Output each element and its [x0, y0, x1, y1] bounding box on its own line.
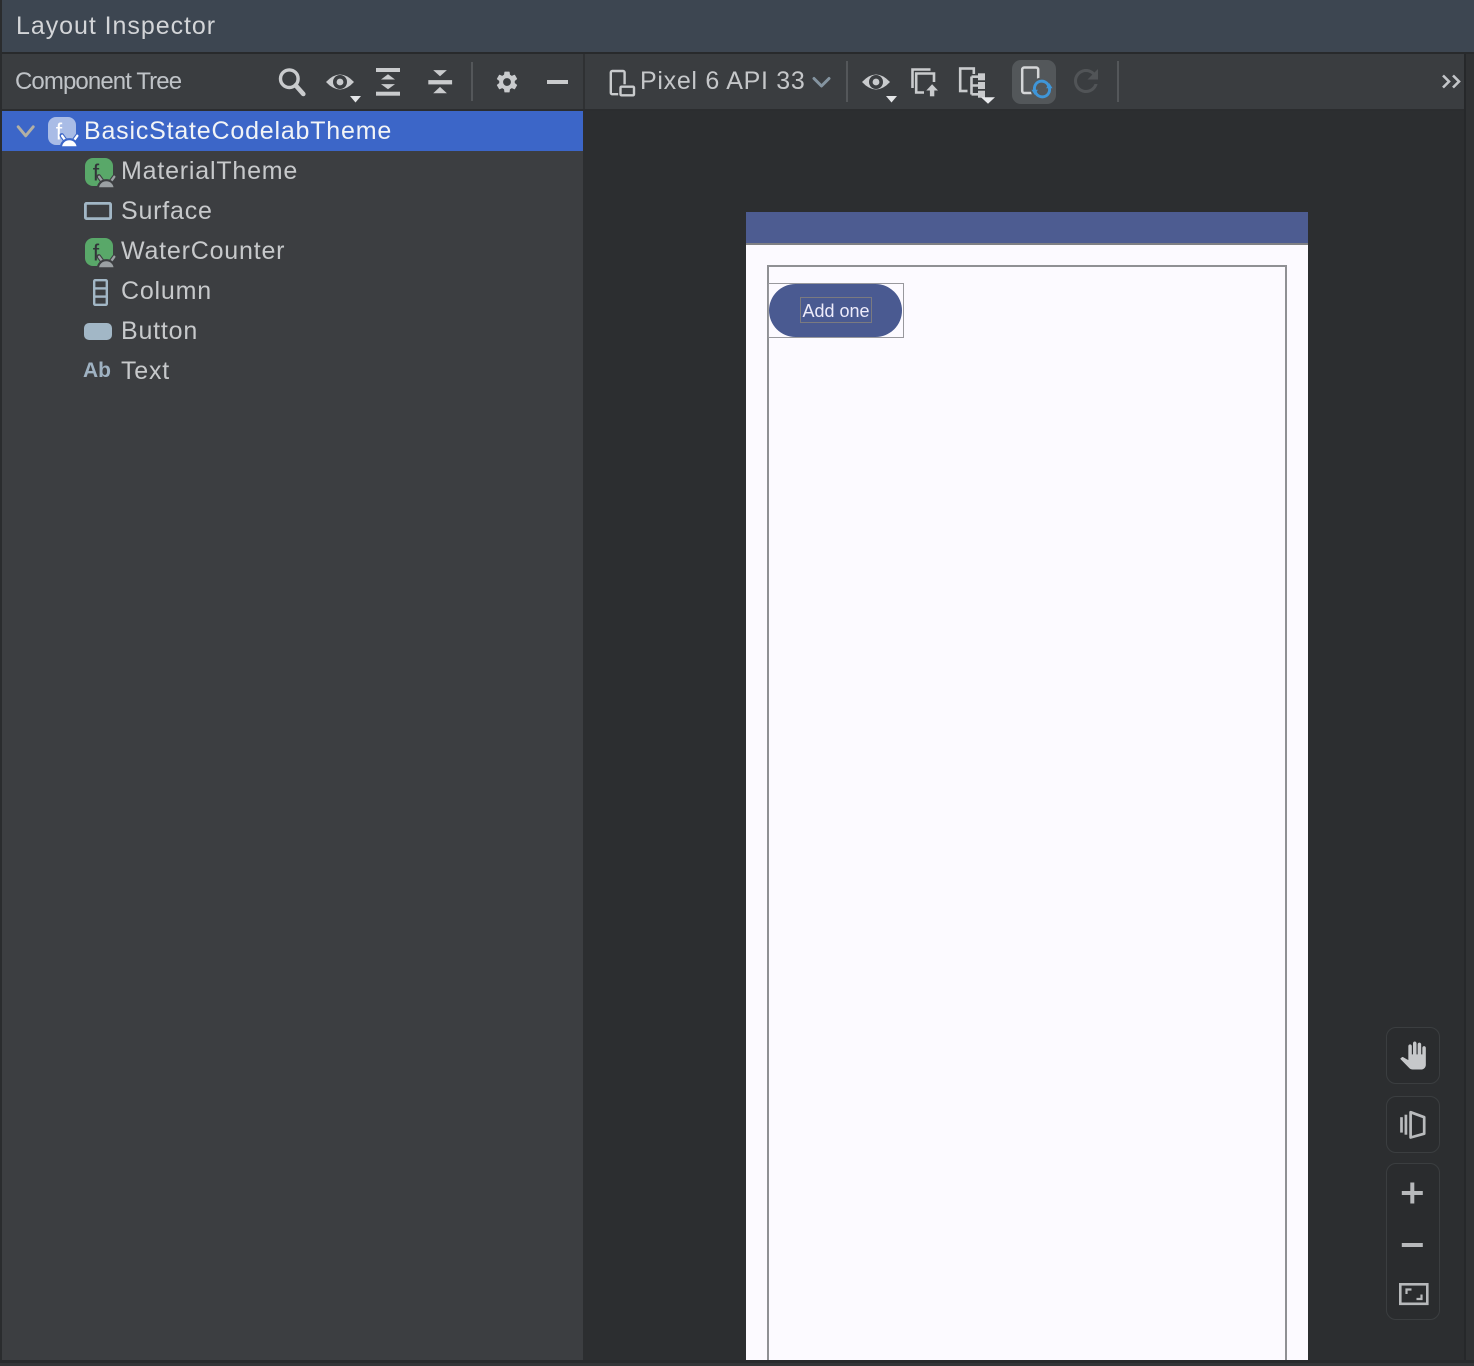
svg-text:f: f	[56, 119, 63, 145]
svg-text:f: f	[93, 240, 100, 266]
svg-text:f: f	[93, 160, 100, 186]
